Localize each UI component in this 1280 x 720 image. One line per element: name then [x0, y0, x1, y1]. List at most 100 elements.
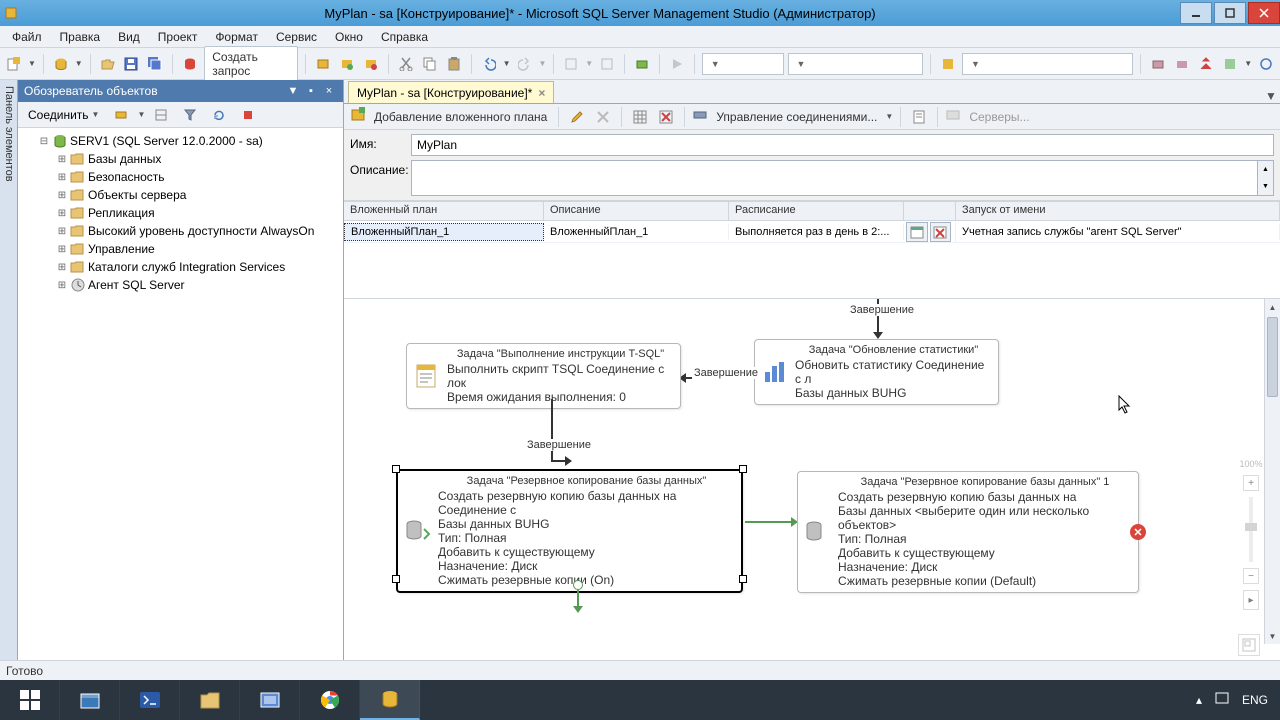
new-query-db-icon[interactable] — [180, 53, 200, 75]
zoom-out-button[interactable]: − — [1243, 568, 1259, 584]
tree-node-integration[interactable]: ⊞Каталоги служб Integration Services — [20, 258, 341, 276]
designer-canvas[interactable]: Завершение Задача "Обновление статистики… — [344, 298, 1280, 660]
taskbar-powershell[interactable] — [120, 680, 180, 720]
cell-schedule[interactable]: Выполняется раз в день в 2:... — [729, 224, 904, 240]
copy-button[interactable] — [420, 53, 440, 75]
tray-chevron-icon[interactable]: ▴ — [1196, 693, 1202, 707]
tb-btn-2[interactable] — [337, 53, 357, 75]
toolbox-tab[interactable]: Панель элементов — [0, 80, 18, 660]
tb-help-icon[interactable] — [938, 53, 958, 75]
zoom-fit-button[interactable]: ▸ — [1243, 590, 1259, 610]
menu-format[interactable]: Формат — [207, 28, 266, 46]
tree-node-security[interactable]: ⊞Безопасность — [20, 168, 341, 186]
tree-node-replication[interactable]: ⊞Репликация — [20, 204, 341, 222]
save-button[interactable] — [121, 53, 141, 75]
cut-button[interactable] — [396, 53, 416, 75]
execute-button[interactable] — [667, 53, 687, 75]
cell-subplan[interactable]: ВложенныйПлан_1 — [344, 223, 544, 241]
tree-node-databases[interactable]: ⊞Базы данных — [20, 150, 341, 168]
tb-misc-5[interactable] — [1256, 53, 1276, 75]
collapse-icon[interactable]: ⊟ — [38, 136, 50, 147]
explorer-stop-button[interactable] — [235, 105, 261, 125]
maximize-button[interactable] — [1214, 2, 1246, 24]
zoom-track[interactable] — [1249, 497, 1253, 562]
menu-view[interactable]: Вид — [110, 28, 148, 46]
taskbar-chrome[interactable] — [300, 680, 360, 720]
combo-2[interactable]: ▼ — [788, 53, 924, 75]
zoom-control[interactable]: 100% + − ▸ — [1242, 459, 1260, 610]
close-button[interactable] — [1248, 2, 1280, 24]
object-tree[interactable]: ⊟ SERV1 (SQL Server 12.0.2000 - sa) ⊞Баз… — [18, 128, 343, 660]
tb-btn-nav2[interactable] — [597, 53, 617, 75]
system-tray[interactable]: ▴ ENG — [1184, 691, 1280, 710]
minimize-button[interactable] — [1180, 2, 1212, 24]
task-update-statistics[interactable]: Задача "Обновление статистики" Обновить … — [754, 339, 999, 405]
combo-3[interactable]: ▼ — [962, 53, 1134, 75]
tb-misc-2[interactable] — [1172, 53, 1192, 75]
resize-handle[interactable] — [739, 465, 747, 473]
tree-root[interactable]: ⊟ SERV1 (SQL Server 12.0.2000 - sa) — [20, 132, 341, 150]
new-query-button[interactable]: Создать запрос — [204, 46, 298, 82]
save-all-button[interactable] — [145, 53, 165, 75]
connector-line-success[interactable] — [745, 521, 793, 523]
explorer-btn-1[interactable] — [108, 105, 134, 125]
add-subplan-button[interactable]: Добавление вложенного плана — [370, 108, 551, 126]
table-row[interactable]: ВложенныйПлан_1 ВложенныйПлан_1 Выполняе… — [344, 221, 1280, 243]
panel-dropdown-button[interactable]: ▼ — [285, 83, 301, 99]
task-backup-database[interactable]: Задача "Резервное копирование базы данны… — [396, 469, 743, 593]
schedule-delete-button[interactable] — [930, 222, 952, 242]
expand-icon[interactable]: ⊞ — [56, 244, 68, 255]
redo-button[interactable] — [515, 53, 535, 75]
resize-handle[interactable] — [739, 575, 747, 583]
tray-flag-icon[interactable] — [1214, 691, 1230, 710]
scroll-down-button[interactable]: ▼ — [1265, 628, 1280, 644]
schedule-calendar-button[interactable] — [906, 222, 928, 242]
database-combo[interactable]: ▼ — [702, 53, 784, 75]
plan-remove-button[interactable] — [655, 106, 677, 128]
plan-grid-button[interactable] — [629, 106, 651, 128]
task-backup-database-1[interactable]: Задача "Резервное копирование базы данны… — [797, 471, 1139, 593]
paste-button[interactable] — [444, 53, 464, 75]
cell-description[interactable]: ВложенныйПлан_1 — [544, 224, 729, 240]
tb-btn-activity[interactable] — [632, 53, 652, 75]
tb-misc-3[interactable] — [1196, 53, 1216, 75]
tb-btn-3[interactable] — [361, 53, 381, 75]
menu-file[interactable]: Файл — [4, 28, 50, 46]
zoom-overview-button[interactable] — [1238, 634, 1260, 656]
tree-node-agent[interactable]: ⊞Агент SQL Server — [20, 276, 341, 294]
tray-lang[interactable]: ENG — [1242, 693, 1268, 707]
expand-icon[interactable]: ⊞ — [56, 226, 68, 237]
col-schedule[interactable]: Расписание — [729, 202, 904, 220]
name-input[interactable] — [411, 134, 1274, 156]
taskbar-explorer[interactable] — [180, 680, 240, 720]
expand-icon[interactable]: ⊞ — [56, 280, 68, 291]
resize-handle[interactable] — [392, 465, 400, 473]
plan-report-button[interactable] — [908, 106, 930, 128]
tb-btn-nav1[interactable] — [561, 53, 581, 75]
task-tsql[interactable]: Задача "Выполнение инструкции T-SQL" Вып… — [406, 343, 681, 409]
taskbar-ssms[interactable] — [360, 680, 420, 720]
expand-icon[interactable]: ⊞ — [56, 172, 68, 183]
menu-edit[interactable]: Правка — [52, 28, 109, 46]
expand-icon[interactable]: ⊞ — [56, 208, 68, 219]
tab-close-icon[interactable]: × — [538, 86, 545, 100]
col-description[interactable]: Описание — [544, 202, 729, 220]
expand-icon[interactable]: ⊞ — [56, 262, 68, 273]
undo-button[interactable] — [479, 53, 499, 75]
connector-anchor[interactable] — [573, 580, 583, 590]
explorer-refresh-button[interactable] — [206, 105, 232, 125]
tb-misc-4[interactable] — [1220, 53, 1240, 75]
menu-tools[interactable]: Сервис — [268, 28, 325, 46]
tree-node-alwayson[interactable]: ⊞Высокий уровень доступности AlwaysOn — [20, 222, 341, 240]
zoom-thumb[interactable] — [1245, 523, 1257, 531]
document-tab[interactable]: MyPlan - sa [Конструирование]* × — [348, 81, 554, 103]
open-button[interactable] — [98, 53, 118, 75]
spin-up-button[interactable]: ▲ — [1258, 161, 1273, 178]
spin-down-button[interactable]: ▼ — [1258, 178, 1273, 195]
resize-handle[interactable] — [392, 575, 400, 583]
taskbar-server-manager[interactable] — [60, 680, 120, 720]
explorer-btn-2[interactable] — [148, 105, 174, 125]
plan-edit-button[interactable] — [566, 106, 588, 128]
start-button[interactable] — [0, 680, 60, 720]
scroll-up-button[interactable]: ▲ — [1265, 299, 1280, 315]
